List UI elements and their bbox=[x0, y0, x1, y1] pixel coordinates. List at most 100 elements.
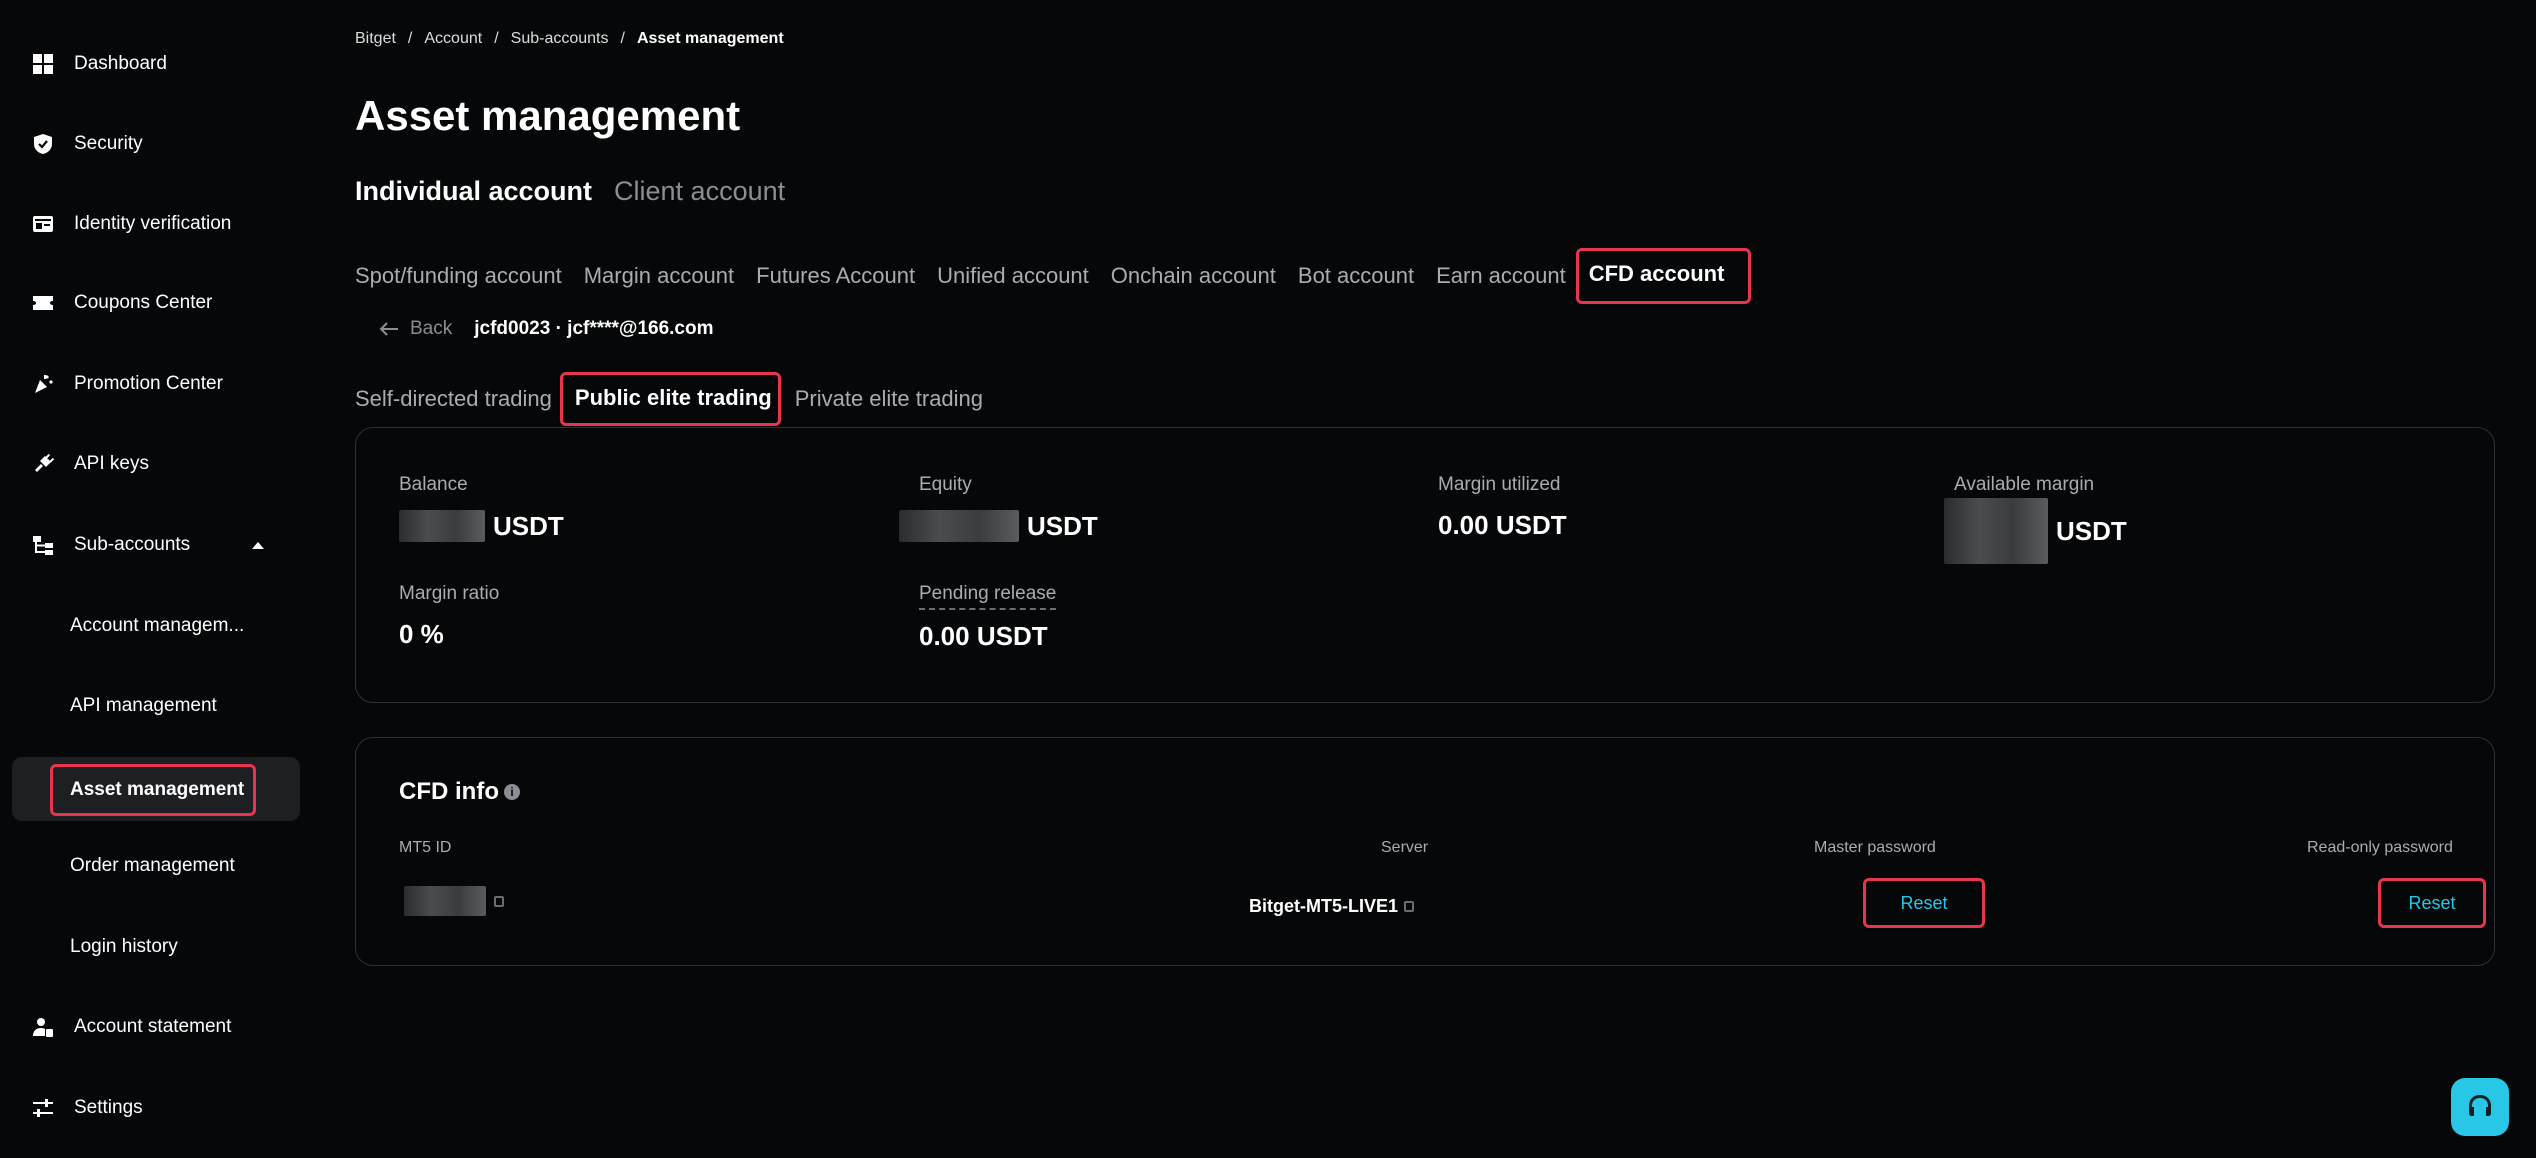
account-summary-card: Balance USDT Equity USDT Margin utilized… bbox=[355, 427, 2495, 703]
tab-client-account[interactable]: Client account bbox=[614, 176, 785, 207]
tab-private-elite-trading[interactable]: Private elite trading bbox=[795, 386, 983, 412]
tab-onchain-account[interactable]: Onchain account bbox=[1111, 263, 1276, 289]
balance-unit: USDT bbox=[493, 510, 564, 541]
breadcrumb-separator: / bbox=[407, 30, 413, 47]
chevron-up-icon[interactable] bbox=[252, 541, 265, 549]
shield-icon bbox=[32, 133, 54, 155]
sliders-icon bbox=[32, 1097, 54, 1119]
grid-icon bbox=[32, 53, 54, 75]
breadcrumb-current: Asset management bbox=[636, 30, 784, 47]
breadcrumb-link-account[interactable]: Account bbox=[424, 30, 482, 48]
margin-utilized-value: 0.00 USDT bbox=[1438, 510, 1567, 540]
server-value: Bitget-MT5-LIVE1 bbox=[1249, 896, 1415, 917]
server-value-text: Bitget-MT5-LIVE1 bbox=[1249, 896, 1399, 916]
equity-value: USDT bbox=[899, 510, 1098, 542]
sidebar-item-label: Settings bbox=[74, 1097, 143, 1118]
sidebar-item-api-keys[interactable]: API keys bbox=[32, 444, 149, 484]
sidebar-sub-item-label: Login history bbox=[70, 936, 178, 957]
headset-icon bbox=[2469, 1095, 2491, 1116]
tab-cfd-account[interactable]: CFD account bbox=[1575, 248, 1752, 304]
sidebar-sub-item-account-management[interactable]: Account managem... bbox=[70, 606, 244, 646]
sidebar-item-account-statement[interactable]: Account statement bbox=[32, 1007, 231, 1047]
sidebar-sub-item-label: Account managem... bbox=[70, 615, 245, 636]
back-row: Back jcfd0023 · jcf****@166.com bbox=[378, 318, 714, 340]
copy-icon[interactable] bbox=[494, 895, 504, 907]
sidebar-item-security[interactable]: Security bbox=[32, 124, 143, 164]
cfd-info-card: CFD info i MT5 ID Server Master password… bbox=[355, 737, 2495, 966]
equity-stat: Equity USDT bbox=[899, 474, 1098, 542]
tab-individual-account[interactable]: Individual account bbox=[355, 176, 592, 207]
sidebar-item-sub-accounts[interactable]: Sub-accounts bbox=[32, 525, 265, 565]
cfd-info-title-text: CFD info bbox=[399, 778, 499, 805]
breadcrumb-link-bitget[interactable]: Bitget bbox=[355, 30, 396, 48]
reset-readonly-password-button[interactable]: Reset bbox=[2378, 878, 2486, 928]
sidebar-item-identity-verification[interactable]: Identity verification bbox=[32, 204, 231, 244]
tab-spot-funding-account[interactable]: Spot/funding account bbox=[355, 263, 562, 289]
tab-self-directed-trading[interactable]: Self-directed trading bbox=[355, 386, 552, 412]
equity-label: Equity bbox=[919, 474, 972, 495]
tab-public-elite-trading[interactable]: Public elite trading bbox=[559, 372, 781, 426]
copy-icon[interactable] bbox=[1404, 901, 1415, 912]
sidebar-item-label: Identity verification bbox=[74, 213, 232, 234]
sidebar-sub-item-order-management[interactable]: Order management bbox=[70, 846, 235, 886]
back-button[interactable]: Back bbox=[378, 318, 452, 340]
sidebar-item-label: API keys bbox=[74, 453, 149, 474]
breadcrumb-separator: / bbox=[620, 30, 625, 47]
sidebar-item-dashboard[interactable]: Dashboard bbox=[32, 44, 167, 84]
arrow-left-icon bbox=[379, 322, 398, 336]
sidebar-item-label: Coupons Center bbox=[74, 292, 213, 313]
cfd-info-title: CFD info i bbox=[399, 778, 520, 806]
trading-mode-tabs: Self-directed trading Public elite tradi… bbox=[355, 372, 983, 426]
tab-earn-account[interactable]: Earn account bbox=[1436, 263, 1566, 289]
readonly-password-label: Read-only password bbox=[2307, 839, 2453, 856]
balance-label: Balance bbox=[399, 474, 468, 495]
pending-release-label[interactable]: Pending release bbox=[919, 583, 1057, 610]
plug-icon bbox=[32, 453, 54, 475]
balance-stat: Balance USDT bbox=[399, 474, 564, 542]
hierarchy-icon bbox=[32, 534, 54, 556]
back-label: Back bbox=[410, 318, 453, 339]
customer-support-button[interactable] bbox=[2451, 1078, 2509, 1136]
tab-bot-account[interactable]: Bot account bbox=[1298, 263, 1414, 289]
tab-unified-account[interactable]: Unified account bbox=[937, 263, 1089, 289]
ticket-icon bbox=[32, 292, 54, 314]
available-margin-unit: USDT bbox=[2056, 515, 2127, 546]
page-title: Asset management bbox=[355, 92, 741, 139]
sidebar-sub-item-asset-management[interactable]: Asset management bbox=[50, 764, 256, 816]
masked-value bbox=[899, 510, 1019, 542]
party-popper-icon bbox=[32, 373, 54, 395]
margin-utilized-label: Margin utilized bbox=[1438, 474, 1561, 495]
sidebar-item-coupons-center[interactable]: Coupons Center bbox=[32, 283, 212, 323]
reset-master-password-button[interactable]: Reset bbox=[1863, 878, 1985, 928]
pending-release-value: 0.00 USDT bbox=[919, 621, 1048, 651]
tab-margin-account[interactable]: Margin account bbox=[584, 263, 734, 289]
sidebar-item-settings[interactable]: Settings bbox=[32, 1088, 143, 1128]
masked-value bbox=[404, 886, 486, 916]
mt5-id-label: MT5 ID bbox=[399, 839, 452, 856]
id-card-icon bbox=[32, 213, 54, 235]
sidebar-item-label: Account statement bbox=[74, 1016, 232, 1037]
breadcrumb-link-sub-accounts[interactable]: Sub-accounts bbox=[511, 30, 609, 48]
sub-account-id: jcfd0023 · jcf****@166.com bbox=[474, 318, 714, 339]
margin-ratio-stat: Margin ratio 0 % bbox=[399, 583, 499, 650]
sidebar-sub-item-api-management[interactable]: API management bbox=[70, 686, 217, 726]
sidebar-item-label: Promotion Center bbox=[74, 373, 223, 394]
master-password-label: Master password bbox=[1814, 839, 1936, 856]
sidebar-item-label: Dashboard bbox=[74, 53, 167, 74]
available-margin-label: Available margin bbox=[1954, 474, 2095, 495]
masked-value bbox=[399, 510, 485, 542]
available-margin-value: USDT bbox=[1944, 498, 2127, 564]
sidebar-item-label: Sub-accounts bbox=[74, 534, 191, 555]
sidebar: Dashboard Security Identity verification… bbox=[0, 0, 310, 1158]
breadcrumb-separator: / bbox=[494, 30, 499, 47]
sidebar-sub-item-label: Asset management bbox=[70, 779, 245, 800]
margin-ratio-value: 0 % bbox=[399, 619, 444, 649]
info-icon[interactable]: i bbox=[503, 784, 520, 800]
pending-release-stat: Pending release 0.00 USDT bbox=[919, 583, 1057, 652]
equity-unit: USDT bbox=[1027, 510, 1098, 541]
tab-futures-account[interactable]: Futures Account bbox=[756, 263, 915, 289]
sidebar-item-promotion-center[interactable]: Promotion Center bbox=[32, 364, 223, 404]
balance-value: USDT bbox=[399, 510, 564, 542]
sidebar-item-label: Security bbox=[74, 133, 143, 154]
sidebar-sub-item-login-history[interactable]: Login history bbox=[70, 927, 178, 967]
